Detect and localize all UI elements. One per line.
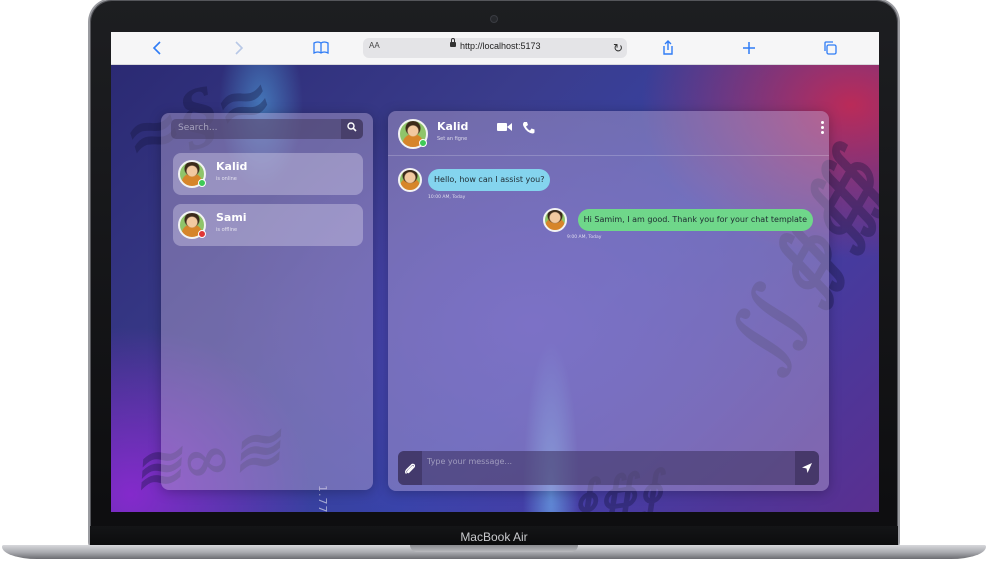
message-time: 10:00 AM, Today bbox=[428, 195, 466, 200]
address-bar[interactable]: AA http://localhost:5173 ↻ bbox=[363, 38, 627, 58]
contacts-sidebar: Search... Kalid is online Sami is offlin… bbox=[161, 113, 373, 490]
screen: AA http://localhost:5173 ↻ ≈§≈ ∬∯∰ ≋∞≋ ∮… bbox=[111, 32, 879, 512]
forward-icon[interactable] bbox=[228, 38, 248, 58]
reload-icon[interactable]: ↻ bbox=[613, 38, 623, 58]
offline-status-dot bbox=[198, 230, 206, 238]
share-icon[interactable] bbox=[658, 38, 678, 58]
search-button[interactable] bbox=[341, 119, 363, 139]
url-text: http://localhost:5173 bbox=[460, 41, 541, 51]
message-composer: Type your message... bbox=[398, 451, 819, 485]
outgoing-message: Hi Samim, I am good. Thank you for your … bbox=[577, 209, 813, 231]
chat-contact-name: Kalid bbox=[437, 120, 469, 133]
search-input[interactable]: Search... bbox=[178, 123, 218, 133]
online-status-dot bbox=[419, 139, 427, 147]
send-icon bbox=[802, 463, 812, 473]
lock-icon bbox=[450, 38, 456, 47]
chat-panel: Kalid Set an figne Hello, how can I assi… bbox=[388, 111, 829, 491]
bookmarks-icon[interactable] bbox=[311, 38, 331, 58]
message-time: 9:00 AM, Today bbox=[567, 235, 602, 240]
contact-name: Kalid bbox=[216, 160, 248, 173]
search-icon bbox=[347, 122, 357, 132]
contact-status: is online bbox=[216, 176, 237, 182]
search-box[interactable]: Search... bbox=[171, 119, 363, 139]
wallpaper: ≈§≈ ∬∯∰ ≋∞≋ ∮∯∮ 1.778 Search... Kalid is… bbox=[111, 53, 879, 512]
contact-item[interactable]: Kalid is online bbox=[173, 153, 363, 195]
contact-status: is offline bbox=[216, 227, 238, 233]
text-size-button[interactable]: AA bbox=[369, 41, 380, 50]
phone-call-icon[interactable] bbox=[522, 121, 535, 137]
more-options-icon[interactable] bbox=[821, 121, 824, 136]
attach-icon[interactable] bbox=[398, 451, 422, 485]
browser-toolbar: AA http://localhost:5173 ↻ bbox=[111, 32, 879, 65]
webcam bbox=[491, 16, 497, 22]
message-input[interactable]: Type your message... bbox=[427, 457, 512, 466]
incoming-message: Hello, how can I assist you? bbox=[428, 169, 551, 191]
tabs-icon[interactable] bbox=[821, 38, 841, 58]
new-tab-icon[interactable] bbox=[739, 38, 759, 58]
back-icon[interactable] bbox=[148, 38, 168, 58]
online-status-dot bbox=[198, 179, 206, 187]
contact-item[interactable]: Sami is offline bbox=[173, 204, 363, 246]
chat-header: Kalid Set an figne bbox=[388, 111, 829, 156]
avatar bbox=[543, 208, 567, 232]
send-button[interactable] bbox=[795, 451, 819, 485]
video-call-icon[interactable] bbox=[497, 121, 513, 136]
chat-contact-status: Set an figne bbox=[437, 136, 468, 142]
contact-name: Sami bbox=[216, 211, 247, 224]
avatar bbox=[398, 168, 422, 192]
device-label: MacBook Air bbox=[460, 530, 528, 544]
